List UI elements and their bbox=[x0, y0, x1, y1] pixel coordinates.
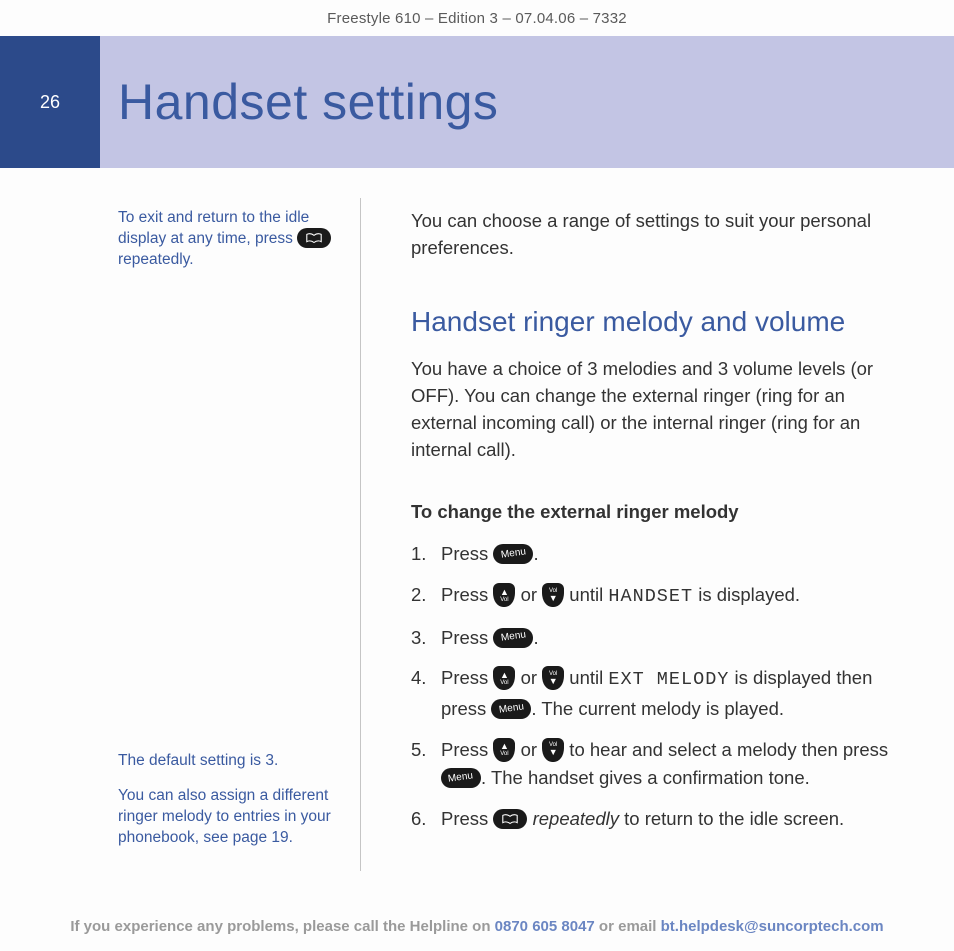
title-bar: Handset settings bbox=[100, 36, 954, 168]
up-button-icon: ▲Vol bbox=[493, 666, 515, 690]
phonebook-icon bbox=[493, 809, 527, 829]
menu-button-icon: Menu bbox=[493, 628, 533, 648]
document-meta-header: Freestyle 610 – Edition 3 – 07.04.06 – 7… bbox=[0, 10, 954, 27]
menu-button-icon: Menu bbox=[491, 699, 531, 719]
menu-button-icon: Menu bbox=[493, 544, 533, 564]
content-area: To exit and return to the idle display a… bbox=[0, 190, 914, 891]
section-heading: Handset ringer melody and volume bbox=[411, 302, 914, 343]
menu-button-icon: Menu bbox=[441, 768, 481, 788]
up-button-icon: ▲Vol bbox=[493, 738, 515, 762]
step-5: Press ▲Vol or Vol▼ to hear and select a … bbox=[411, 736, 914, 793]
helpline-footer: If you experience any problems, please c… bbox=[0, 918, 954, 935]
helpline-phone: 0870 605 8047 bbox=[495, 918, 595, 935]
section-body: You have a choice of 3 melodies and 3 vo… bbox=[411, 356, 914, 463]
step-3: Press Menu. bbox=[411, 624, 914, 653]
phonebook-icon bbox=[297, 228, 331, 248]
step-2: Press ▲Vol or Vol▼ until HANDSET is disp… bbox=[411, 581, 914, 612]
step-4: Press ▲Vol or Vol▼ until EXT MELODY is d… bbox=[411, 664, 914, 723]
step-6: Press repeatedly to return to the idle s… bbox=[411, 805, 914, 834]
procedure-heading: To change the external ringer melody bbox=[411, 499, 914, 526]
main-column: You can choose a range of settings to su… bbox=[361, 190, 914, 891]
lcd-text-handset: HANDSET bbox=[608, 586, 693, 607]
sidebar-note-assign: You can also assign a different ringer m… bbox=[118, 786, 332, 849]
page-number: 26 bbox=[0, 36, 100, 168]
emphasis-repeatedly: repeatedly bbox=[533, 808, 619, 829]
sidebar-note-default: The default setting is 3. bbox=[118, 751, 332, 772]
page-title: Handset settings bbox=[100, 73, 498, 131]
down-button-icon: Vol▼ bbox=[542, 583, 564, 607]
procedure-steps: Press Menu. Press ▲Vol or Vol▼ until HAN… bbox=[411, 540, 914, 833]
manual-page: Freestyle 610 – Edition 3 – 07.04.06 – 7… bbox=[0, 0, 954, 951]
up-button-icon: ▲Vol bbox=[493, 583, 515, 607]
sidebar-notes: To exit and return to the idle display a… bbox=[0, 190, 360, 891]
helpline-email: bt.helpdesk@suncorptech.com bbox=[661, 918, 884, 935]
down-button-icon: Vol▼ bbox=[542, 738, 564, 762]
lcd-text-ext-melody: EXT MELODY bbox=[608, 669, 729, 690]
intro-paragraph: You can choose a range of settings to su… bbox=[411, 208, 914, 262]
down-button-icon: Vol▼ bbox=[542, 666, 564, 690]
sidebar-note-exit: To exit and return to the idle display a… bbox=[118, 208, 332, 271]
sidebar-note-text: repeatedly. bbox=[118, 251, 194, 268]
step-1: Press Menu. bbox=[411, 540, 914, 569]
sidebar-note-text: To exit and return to the idle display a… bbox=[118, 209, 309, 247]
